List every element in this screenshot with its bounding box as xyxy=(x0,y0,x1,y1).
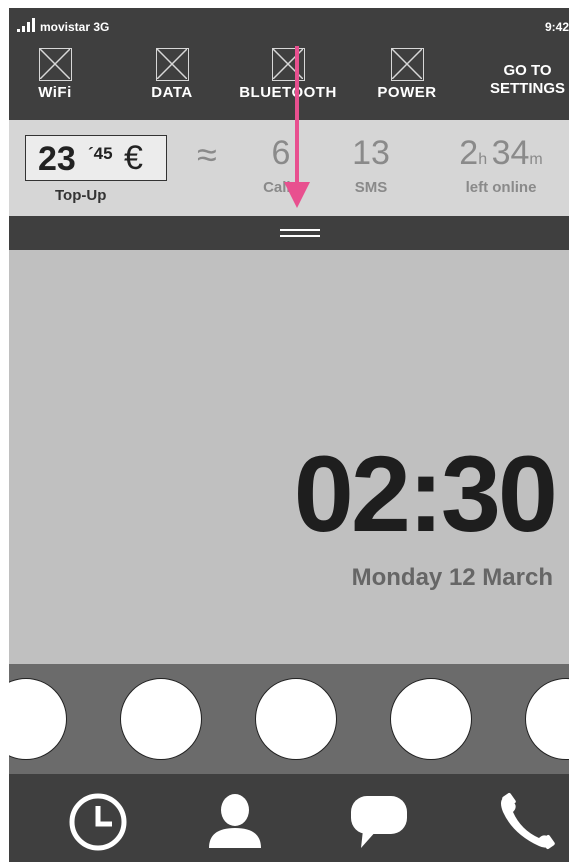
phone-icon[interactable] xyxy=(495,792,559,852)
data-label: DATA xyxy=(151,84,193,101)
dock-slot-2[interactable] xyxy=(120,678,202,760)
settings-line-2: SETTINGS xyxy=(489,80,565,97)
wifi-toggle[interactable]: WiFi xyxy=(26,48,84,101)
lockscreen-time: 02:30 xyxy=(293,433,558,554)
handle-line-top xyxy=(280,229,320,231)
clock-icon[interactable] xyxy=(66,792,130,852)
handle-line-bottom xyxy=(280,235,320,237)
status-bar: movistar 3G 9:42 xyxy=(9,8,569,42)
settings-line-1: GO TO xyxy=(503,62,552,79)
online-hours-unit: h xyxy=(478,151,488,168)
dock-slot-4[interactable] xyxy=(390,678,472,760)
calls-value: 6 xyxy=(271,134,291,172)
dock-slot-3[interactable] xyxy=(255,678,337,760)
online-minutes-unit: m xyxy=(529,151,543,168)
online-stat: 2h 34m left online xyxy=(439,134,563,196)
dock-slot-1[interactable] xyxy=(9,678,67,760)
power-toggle[interactable]: POWER xyxy=(367,48,447,101)
quick-settings-bar: movistar 3G 9:42 WiFi DATA BLUETOOTH POW… xyxy=(9,8,569,120)
amount-cents: ´45 xyxy=(88,144,113,163)
online-hours: 2 xyxy=(459,134,479,172)
dock-slot-5[interactable] xyxy=(525,678,569,760)
approx-symbol: ≈ xyxy=(197,134,217,175)
data-icon xyxy=(155,48,189,81)
bottom-nav xyxy=(9,774,569,862)
bluetooth-label: BLUETOOTH xyxy=(239,84,337,101)
power-icon xyxy=(390,48,424,81)
calls-label: Calls xyxy=(263,179,299,196)
sms-stat: 13 SMS xyxy=(343,134,399,196)
messages-icon[interactable] xyxy=(347,792,411,852)
status-time: 9:42 xyxy=(544,20,569,34)
online-minutes: 34 xyxy=(491,134,530,172)
phone-screen: movistar 3G 9:42 WiFi DATA BLUETOOTH POW… xyxy=(9,8,569,862)
sms-label: SMS xyxy=(354,179,388,196)
signal-icon xyxy=(17,18,37,32)
bluetooth-icon xyxy=(271,48,305,81)
app-dock xyxy=(9,664,569,774)
online-label: left online xyxy=(465,179,537,196)
calls-stat: 6 Calls xyxy=(255,134,307,196)
power-label: POWER xyxy=(377,84,437,101)
currency-symbol: € xyxy=(124,139,143,177)
contacts-icon[interactable] xyxy=(203,792,267,852)
sms-value: 13 xyxy=(352,134,390,172)
topup-label: Top-Up xyxy=(55,187,107,204)
wifi-icon xyxy=(38,48,72,81)
topup-amount-box[interactable]: 23 ´45 € xyxy=(25,135,167,181)
carrier-label: movistar 3G xyxy=(40,20,110,34)
amount-main: 23 xyxy=(38,140,76,178)
drag-handle-bar[interactable] xyxy=(9,216,569,250)
balance-strip: 23 ´45 € Top-Up ≈ 6 Calls 13 SMS 2h 34m … xyxy=(9,120,569,216)
bluetooth-toggle[interactable]: BLUETOOTH xyxy=(231,48,345,101)
data-toggle[interactable]: DATA xyxy=(137,48,207,101)
lockscreen-date: Monday 12 March xyxy=(351,564,553,591)
wifi-label: WiFi xyxy=(38,84,72,101)
go-to-settings-button[interactable]: GO TO SETTINGS xyxy=(490,62,565,98)
